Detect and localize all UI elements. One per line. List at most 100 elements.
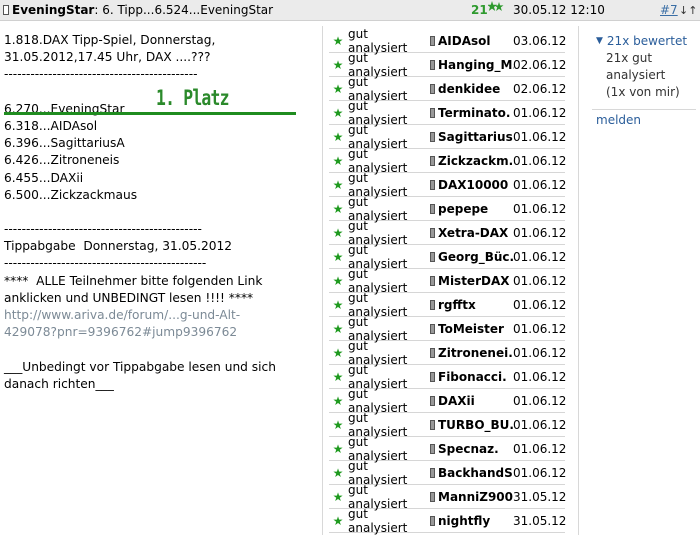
forum-link[interactable]: 429078?pnr=9396762#jump9396762 xyxy=(4,324,309,341)
user-icon xyxy=(3,5,9,15)
star-icon: ★ xyxy=(332,393,344,408)
rating-date: 01.06.12 xyxy=(513,417,567,432)
rating-user[interactable]: Zitronenei. xyxy=(438,346,514,360)
rating-date: 01.06.12 xyxy=(513,465,567,480)
rating-user[interactable]: Terminato. xyxy=(438,106,514,120)
user-icon xyxy=(430,59,435,70)
rating-user[interactable]: nightfly xyxy=(438,514,514,528)
ratings-list: ★ gut analysiert AIDAsol 03.06.12 ★ gut analy… xyxy=(329,27,567,535)
rating-row: ★ gut analysiert BackhandS. 01.06.12 xyxy=(329,459,567,487)
post-title[interactable]: : 6. Tipp...6.524...EveningStar xyxy=(94,3,273,17)
rating-row: ★ gut analysiert Terminato. 01.06.12 xyxy=(329,99,566,127)
rating-row: ★ gut analysiert ManniZ900 31.05.12 xyxy=(329,483,566,511)
rating-user[interactable]: DAX10000 xyxy=(438,178,514,192)
rating-user[interactable]: ManniZ900 xyxy=(438,490,514,504)
user-icon xyxy=(430,107,435,118)
rating-date: 01.06.12 xyxy=(513,369,567,384)
rating-user[interactable]: rgfftx xyxy=(438,298,514,312)
rating-row: ★ gut analysiert AIDAsol 03.06.12 xyxy=(329,27,566,55)
star-icon: ★ xyxy=(332,417,344,432)
star-icon: ★ xyxy=(332,201,344,216)
star-icon: ★ xyxy=(332,57,344,72)
rating-row: ★ gut analysiert Hanging_M. 02.06.12 xyxy=(329,51,566,79)
report-link[interactable]: melden xyxy=(596,113,696,127)
rating-row: ★ gut analysiert Xetra-DAX 01.06.12 xyxy=(329,219,567,247)
post-line: 6.455...DAXii xyxy=(4,170,84,185)
rated-toggle[interactable]: ▼ 21x bewertet xyxy=(596,34,696,48)
user-icon xyxy=(430,371,435,382)
post-number-link[interactable]: #7 xyxy=(660,3,678,17)
post-line: 31.05.2012,17.45 Uhr, DAX ....??? xyxy=(4,50,211,65)
column-divider xyxy=(578,26,579,535)
rating-user[interactable]: Hanging_M. xyxy=(438,58,514,72)
column-divider xyxy=(322,26,323,535)
post-line xyxy=(4,341,309,358)
user-icon xyxy=(430,395,435,406)
user-icon xyxy=(430,203,435,214)
user-icon xyxy=(430,443,435,454)
rating-user[interactable]: Specnaz. xyxy=(438,442,514,456)
rating-date: 01.06.12 xyxy=(513,177,567,192)
rating-date: 01.06.12 xyxy=(513,273,567,288)
rating-row: ★ gut analysiert Sagittarius. 01.06.12 xyxy=(329,123,567,151)
star-icon: ★ xyxy=(332,225,344,240)
rating-user[interactable]: Fibonacci. xyxy=(438,370,514,384)
rating-user[interactable]: ToMeister xyxy=(438,322,514,336)
user-icon xyxy=(430,155,435,166)
post-line: Tippabgabe Donnerstag, 31.05.2012 xyxy=(4,239,232,254)
user-icon xyxy=(430,179,435,190)
rating-date: 31.05.12 xyxy=(513,513,567,528)
rating-score: 21 xyxy=(471,3,488,17)
rating-row: ★ gut analysiert MisterDAX 01.06.12 xyxy=(329,267,567,295)
star-icon: ★ xyxy=(332,489,344,504)
star-icon: ★ xyxy=(332,153,344,168)
sort-arrows-icon[interactable]: ↓↑ xyxy=(679,4,697,17)
post-line: 6.500...Zickzackmaus xyxy=(4,187,138,202)
rating-user[interactable]: TURBO_BU. xyxy=(438,418,514,432)
star-icon: ★ xyxy=(332,81,344,96)
post-author[interactable]: EveningStar xyxy=(12,3,94,17)
rating-date: 01.06.12 xyxy=(513,129,567,144)
rating-date: 01.06.12 xyxy=(513,393,567,408)
user-icon xyxy=(430,131,435,142)
post-line: anklicken und UNBEDINGT lesen !!!! **** xyxy=(4,290,254,305)
star-icon: ★ xyxy=(332,441,344,456)
rating-date: 01.06.12 xyxy=(513,441,567,456)
rating-user[interactable]: denkidee xyxy=(438,82,514,96)
rating-user[interactable]: Sagittarius. xyxy=(438,130,514,144)
rating-user[interactable]: Zickzackm. xyxy=(438,154,514,168)
rating-user[interactable]: BackhandS. xyxy=(438,466,514,480)
rating-user[interactable]: DAXii xyxy=(438,394,514,408)
rating-detail-line: analysiert xyxy=(606,68,666,82)
rating-date: 01.06.12 xyxy=(513,201,567,216)
forum-link[interactable]: http://www.ariva.de/forum/...g-und-Alt- xyxy=(4,307,309,324)
post-line: 1.818.DAX Tipp-Spiel, Donnerstag, xyxy=(4,33,216,47)
rating-user[interactable]: MisterDAX xyxy=(438,274,514,288)
star-icon: ★ xyxy=(332,105,344,120)
post-date: 30.05.12 12:10 xyxy=(513,3,605,17)
rating-detail-line: (1x von mir) xyxy=(606,85,680,99)
post-line: ----------------------------------------… xyxy=(4,67,198,82)
rating-row: ★ gut analysiert TURBO_BU. 01.06.12 xyxy=(329,411,567,439)
triangle-down-icon: ▼ xyxy=(596,36,603,46)
user-icon xyxy=(430,35,435,46)
rating-row: ★ gut analysiert Fibonacci. 01.06.12 xyxy=(329,363,567,391)
stars-icon xyxy=(487,1,504,16)
post-line: 6.426...Zitroneneis xyxy=(4,153,120,168)
post-line: 6.396...SagittariusA xyxy=(4,136,125,151)
rating-user[interactable]: Georg_Büc. xyxy=(438,250,514,264)
star-icon: ★ xyxy=(332,297,344,312)
rating-date: 01.06.12 xyxy=(513,321,567,336)
post-line: danach richten___ xyxy=(4,376,114,391)
rating-date: 01.06.12 xyxy=(513,225,567,240)
rating-sidebar: ▼ 21x bewertet 21x gut analysiert (1x vo… xyxy=(596,34,696,127)
user-icon xyxy=(430,299,435,310)
star-icon: ★ xyxy=(332,345,344,360)
user-icon xyxy=(430,467,435,478)
rating-row: ★ gut analysiert pepepe 01.06.12 xyxy=(329,195,567,223)
user-icon xyxy=(430,227,435,238)
rating-user[interactable]: AIDAsol xyxy=(438,34,514,48)
rating-row: ★ gut analysiert DAXii 01.06.12 xyxy=(329,387,567,415)
rating-user[interactable]: pepepe xyxy=(438,202,514,216)
rating-user[interactable]: Xetra-DAX xyxy=(438,226,514,240)
